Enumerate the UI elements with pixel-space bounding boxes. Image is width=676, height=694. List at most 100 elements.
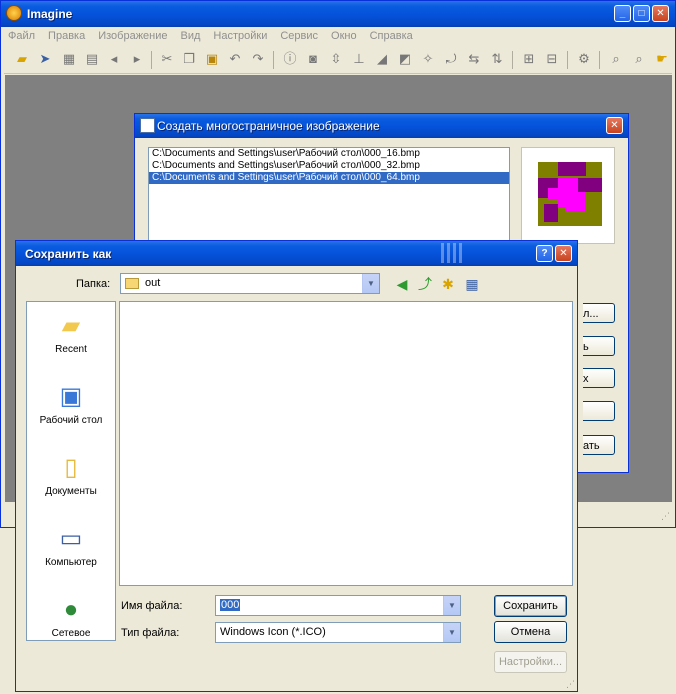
file-list-item-selected[interactable]: C:\Documents and Settings\user\Рабочий с… (149, 172, 509, 184)
zoom-in-window-icon[interactable]: ⊞ (521, 51, 537, 67)
file-browser-area[interactable] (119, 301, 573, 586)
places-bar: ▰ Recent ▣ Рабочий стол ▯ Документы ▭ Ко… (26, 301, 116, 641)
gradient-icon[interactable]: ◢ (374, 51, 390, 67)
browse-icon[interactable]: ➤ (37, 51, 53, 67)
place-network[interactable]: ● Сетевое (27, 588, 115, 658)
app-logo-icon (6, 5, 22, 21)
new-folder-icon[interactable]: ✱ (439, 275, 457, 293)
print-icon[interactable]: ▤ (84, 51, 100, 67)
multipage-dialog-title: Создать многостраничное изображение (157, 119, 380, 133)
multipage-button-4[interactable] (583, 401, 615, 421)
zoom-out-window-icon[interactable]: ⊟ (544, 51, 560, 67)
menu-settings[interactable]: Настройки (213, 27, 267, 45)
network-globe-icon: ● (63, 596, 79, 623)
open-icon[interactable]: ▰ (14, 51, 30, 67)
up-folder-icon[interactable]: ⤴ (416, 275, 434, 293)
place-recent[interactable]: ▰ Recent (27, 304, 115, 374)
close-button[interactable]: ✕ (652, 5, 669, 22)
menubar: Файл Правка Изображение Вид Настройки Сервис О… (4, 27, 672, 45)
cancel-button[interactable]: Отмена (494, 621, 567, 643)
chevron-down-icon[interactable]: ▼ (362, 274, 379, 293)
filename-value[interactable]: 000 (220, 599, 241, 611)
multipage-close-button[interactable]: ✕ (606, 117, 623, 134)
toolbar-separator (512, 51, 513, 69)
filetype-value: Windows Icon (*.ICO) (220, 626, 326, 638)
preview-image (538, 162, 602, 226)
menu-window[interactable]: Окно (331, 27, 357, 45)
menu-view[interactable]: Вид (181, 27, 201, 45)
toolbar-separator (599, 51, 600, 69)
folder-label: Папка: (76, 278, 111, 290)
place-documents[interactable]: ▯ Документы (27, 446, 115, 516)
menu-image[interactable]: Изображение (98, 27, 167, 45)
place-computer[interactable]: ▭ Компьютер (27, 517, 115, 587)
titlebar-grid-decoration (441, 243, 463, 263)
prev-icon[interactable]: ◂ (106, 51, 122, 67)
multipage-button-3[interactable]: х (583, 368, 615, 388)
menu-file[interactable]: Файл (8, 27, 35, 45)
paste-icon[interactable]: ▣ (204, 51, 220, 67)
copy-icon[interactable]: ❐ (181, 51, 197, 67)
place-label: Компьютер (45, 557, 97, 568)
pointer-icon[interactable]: ☛ (654, 51, 670, 67)
toolbar-separator (151, 51, 152, 69)
chevron-down-icon[interactable]: ▼ (443, 623, 460, 642)
multipage-dialog-titlebar[interactable]: Создать многостраничное изображение ✕ (135, 114, 628, 138)
crop-icon[interactable]: ⊥ (351, 51, 367, 67)
file-list[interactable]: C:\Documents and Settings\user\Рабочий с… (148, 147, 510, 244)
multipage-icon (140, 118, 155, 133)
place-label: Рабочий стол (39, 415, 103, 426)
help-button[interactable]: ? (536, 245, 553, 262)
chevron-down-icon[interactable]: ▼ (443, 596, 460, 615)
multipage-button-2[interactable]: ь (583, 336, 615, 356)
resize-grip-icon[interactable]: ⋰ (566, 679, 575, 690)
view-menu-icon[interactable]: ▦ (463, 275, 481, 293)
menu-edit[interactable]: Правка (48, 27, 85, 45)
settings-button[interactable]: Настройки... (494, 651, 567, 673)
menu-help[interactable]: Справка (370, 27, 413, 45)
back-icon[interactable]: ◀ (393, 275, 411, 293)
zoom-in-icon[interactable]: ⌕ (608, 51, 624, 67)
resize-grip-icon[interactable]: ⋰ (661, 511, 670, 522)
file-list-item[interactable]: C:\Documents and Settings\user\Рабочий с… (149, 160, 509, 172)
menu-service[interactable]: Сервис (280, 27, 318, 45)
place-desktop[interactable]: ▣ Рабочий стол (27, 375, 115, 445)
minimize-button[interactable]: _ (614, 5, 631, 22)
place-label: Recent (55, 344, 87, 355)
zoom-out-icon[interactable]: ⌕ (631, 51, 647, 67)
recent-folder-icon: ▰ (61, 312, 81, 339)
contrast-icon[interactable]: ◩ (397, 51, 413, 67)
filetype-label: Тип файла: (121, 627, 180, 639)
camera-icon[interactable]: ◙ (305, 51, 321, 67)
cut-icon[interactable]: ✂ (159, 51, 175, 67)
multipage-button-5[interactable]: ать (583, 435, 615, 455)
save-button[interactable]: Сохранить (494, 595, 567, 617)
folder-icon (125, 278, 139, 289)
undo-icon[interactable]: ↶ (227, 51, 243, 67)
place-label: Документы (45, 486, 97, 497)
next-icon[interactable]: ▸ (129, 51, 145, 67)
flip-icon[interactable]: ⇆ (466, 51, 482, 67)
file-list-item[interactable]: C:\Documents and Settings\user\Рабочий с… (149, 148, 509, 160)
info-icon[interactable]: ⓘ (282, 51, 298, 67)
save-icon[interactable]: ▦ (61, 51, 77, 67)
main-titlebar[interactable]: Imagine _ □ ✕ (1, 1, 675, 27)
save-dialog-titlebar[interactable]: Сохранить как ? ✕ (16, 241, 577, 266)
mirror-icon[interactable]: ⇅ (489, 51, 505, 67)
save-as-dialog: Сохранить как ? ✕ Папка: out ▼ ◀ ⤴ ✱ ▦ ▰… (15, 240, 578, 692)
resize-icon[interactable]: ⇳ (328, 51, 344, 67)
maximize-button[interactable]: □ (633, 5, 650, 22)
tools-icon[interactable]: ⚙ (576, 51, 592, 67)
folder-combo[interactable]: out ▼ (120, 273, 380, 294)
effects-icon[interactable]: ✧ (420, 51, 436, 67)
filename-combo[interactable]: 000 ▼ (215, 595, 461, 616)
redo-icon[interactable]: ↷ (250, 51, 266, 67)
save-dialog-close-button[interactable]: ✕ (555, 245, 572, 262)
filetype-combo[interactable]: Windows Icon (*.ICO) ▼ (215, 622, 461, 643)
save-dialog-title: Сохранить как (25, 247, 112, 261)
app-title: Imagine (27, 7, 73, 21)
rotate-icon[interactable]: ⤾ (443, 51, 459, 67)
toolbar: ▰ ➤ ▦ ▤ ◂ ▸ ✂ ❐ ▣ ↶ ↷ ⓘ ◙ ⇳ ⊥ ◢ ◩ ✧ ⤾ ⇆ … (4, 47, 672, 74)
multipage-button-1[interactable]: л... (583, 303, 615, 323)
desktop-icon: ▣ (59, 383, 83, 410)
